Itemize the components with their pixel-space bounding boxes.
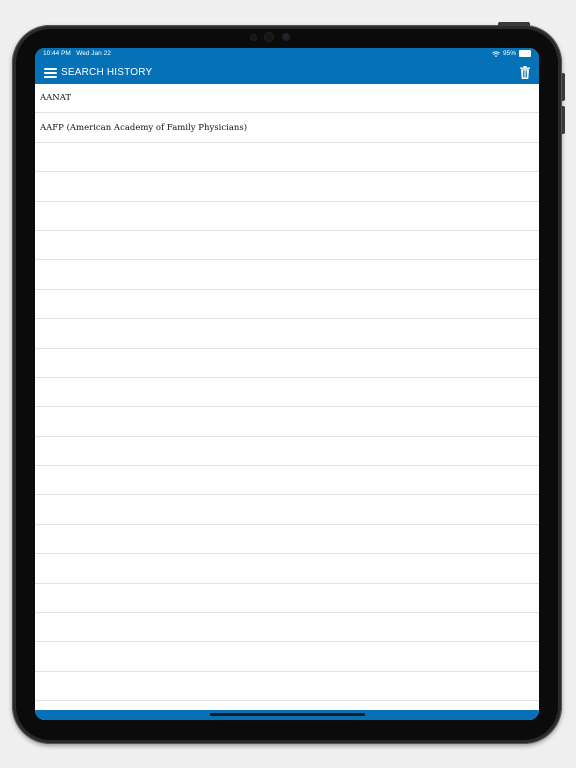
bottom-bar [35, 710, 539, 720]
volume-down-button [562, 106, 565, 134]
trash-icon[interactable] [520, 66, 530, 79]
volume-up-button [562, 73, 565, 101]
sensor-dot [251, 35, 256, 40]
empty-list-row [35, 554, 539, 584]
status-indicators: 95% [491, 50, 531, 57]
navigation-bar: 10:44 PM Wed Jan 22 95% SEARCH HISTORY [35, 48, 539, 84]
empty-list-row [35, 143, 539, 173]
history-item[interactable]: AANAT [35, 84, 539, 114]
empty-list-row [35, 202, 539, 231]
hamburger-menu-icon[interactable] [44, 68, 57, 78]
empty-list-row [35, 495, 539, 525]
history-item[interactable]: AAFP (American Academy of Family Physici… [35, 113, 539, 143]
history-item-label: AAFP (American Academy of Family Physici… [40, 122, 248, 133]
empty-list-row [35, 290, 539, 320]
empty-list-row [35, 672, 539, 702]
camera-lens [283, 34, 289, 40]
empty-list-row [35, 525, 539, 555]
status-time: 10:44 PM Wed Jan 22 [43, 50, 111, 57]
empty-list-row [35, 613, 539, 643]
empty-list-row [35, 437, 539, 467]
empty-list-row [35, 260, 539, 290]
empty-list-row [35, 466, 539, 496]
status-date: Wed Jan 22 [76, 50, 111, 57]
empty-list-row [35, 231, 539, 261]
battery-icon [519, 50, 531, 57]
app-screen: 10:44 PM Wed Jan 22 95% SEARCH HISTORY A… [35, 48, 539, 720]
empty-list-row [35, 349, 539, 378]
page-title: SEARCH HISTORY [61, 67, 153, 78]
history-item-label: AANAT [40, 93, 72, 104]
empty-list-row [35, 172, 539, 202]
wifi-icon [491, 50, 500, 57]
battery-fill [520, 51, 530, 56]
status-time-text: 10:44 PM [43, 50, 71, 57]
front-camera [265, 33, 273, 41]
top-button [498, 22, 530, 26]
empty-list-row [35, 319, 539, 349]
empty-list-row [35, 584, 539, 614]
home-indicator[interactable] [210, 713, 365, 716]
empty-list-row [35, 378, 539, 408]
search-history-list: AANAT AAFP (American Academy of Family Ph… [35, 84, 539, 702]
empty-list-row [35, 642, 539, 672]
empty-list-row [35, 407, 539, 437]
battery-percent: 95% [502, 50, 516, 57]
status-bar: 10:44 PM Wed Jan 22 95% [35, 48, 539, 60]
